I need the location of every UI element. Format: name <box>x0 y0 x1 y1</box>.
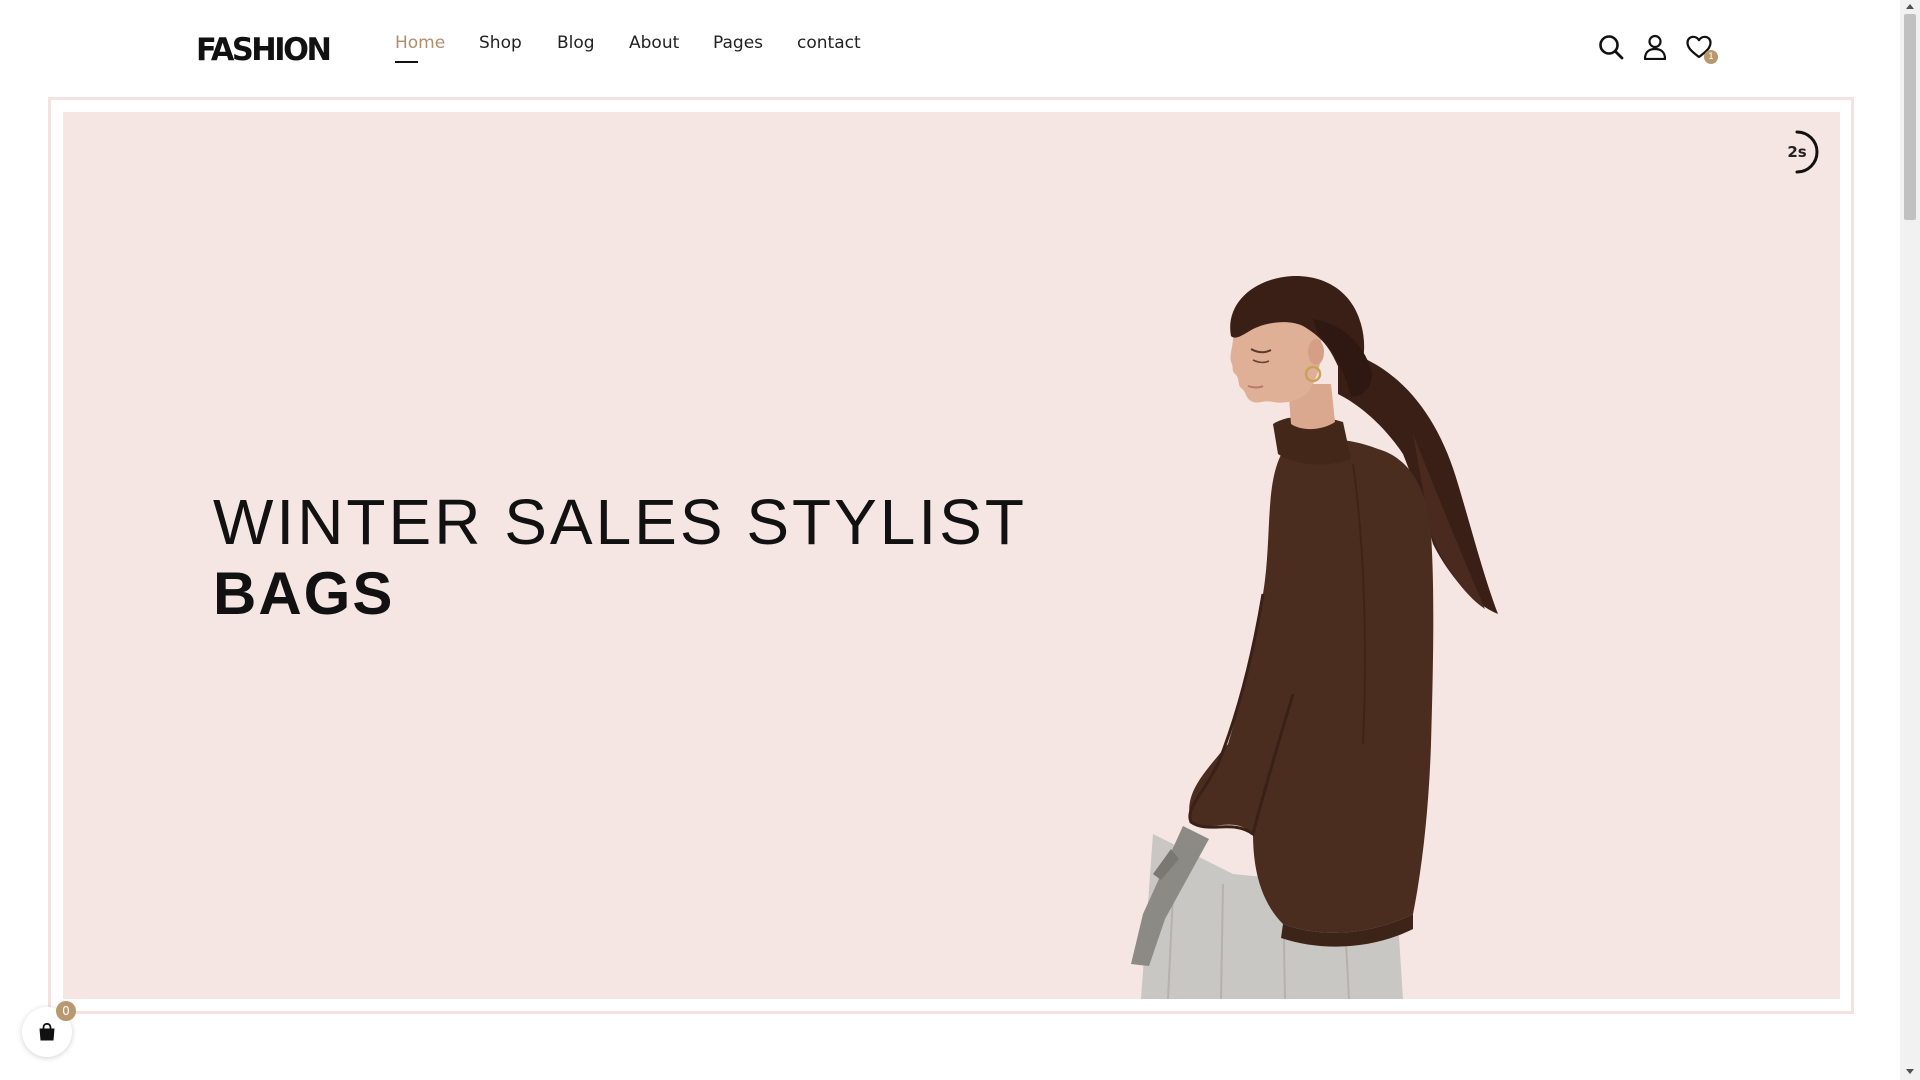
nav-item-contact[interactable]: contact <box>797 30 861 56</box>
nav-item-pages[interactable]: Pages <box>713 30 763 56</box>
nav-item-home[interactable]: Home <box>395 30 445 63</box>
nav-item-blog[interactable]: Blog <box>557 30 595 56</box>
cart-count-badge: 0 <box>56 1001 76 1021</box>
scroll-down-arrow-icon[interactable] <box>1906 1069 1914 1074</box>
slide-timer-label: 2s <box>1787 143 1807 161</box>
site-header: FASHION Home Shop Blog About Pages conta… <box>0 0 1900 96</box>
hero-title-line1: WINTER SALES STYLIST <box>213 486 1027 558</box>
nav-item-shop[interactable]: Shop <box>479 30 522 56</box>
slide-timer: 2s <box>1773 128 1821 176</box>
user-icon[interactable] <box>1640 32 1670 62</box>
hero-model-image <box>1131 275 1498 999</box>
nav-item-about[interactable]: About <box>629 30 679 56</box>
shopping-bag-icon <box>39 1022 55 1041</box>
scroll-thumb[interactable] <box>1904 14 1916 220</box>
wishlist-count-badge: 1 <box>1704 50 1718 64</box>
hero-heading: WINTER SALES STYLIST BAGS <box>213 486 1027 630</box>
main-nav: Home Shop Blog About Pages contact <box>395 30 861 63</box>
hero-title-line2: BAGS <box>213 560 395 627</box>
page-scrollbar[interactable] <box>1900 0 1920 1080</box>
floating-cart-button[interactable]: 0 <box>22 1001 76 1057</box>
wishlist-button[interactable]: 1 <box>1684 32 1718 64</box>
search-icon[interactable] <box>1596 32 1626 62</box>
scroll-up-arrow-icon[interactable] <box>1906 4 1914 9</box>
header-actions: 1 <box>1596 32 1718 64</box>
hero-slider: WINTER SALES STYLIST BAGS 2s <box>63 112 1840 999</box>
site-logo[interactable]: FASHION <box>196 30 332 70</box>
